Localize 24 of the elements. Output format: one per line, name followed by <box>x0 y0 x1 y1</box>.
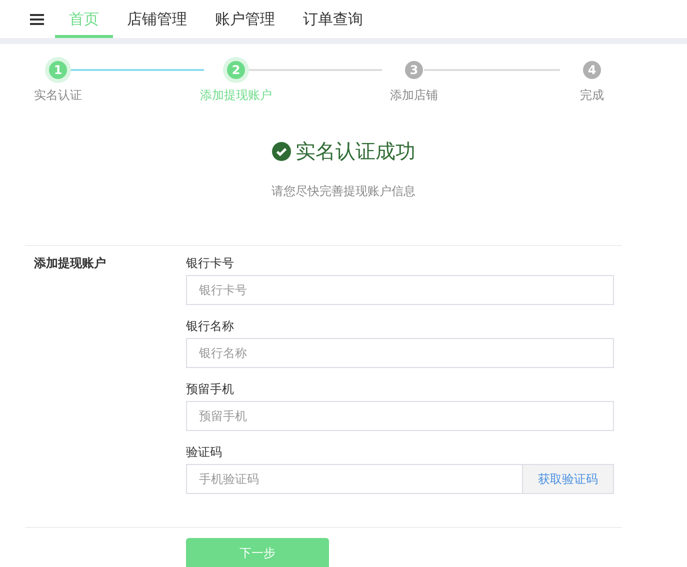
success-title: 实名认证成功 <box>296 138 416 165</box>
field-label: 预留手机 <box>186 381 235 398</box>
step-number: 2 <box>227 61 245 79</box>
step-number: 4 <box>583 61 601 79</box>
step-label: 添加提现账户 <box>200 87 272 104</box>
input-field[interactable]: 银行卡号 <box>186 275 614 305</box>
nav-tab[interactable]: 账户管理 <box>201 0 289 38</box>
field-label: 验证码 <box>186 444 223 461</box>
step-number: 1 <box>49 61 67 79</box>
success-subtitle: 请您尽快完善提现账户信息 <box>270 183 416 200</box>
check-circle-icon <box>272 142 290 161</box>
nav-tab[interactable]: 店铺管理 <box>113 0 201 38</box>
input-field[interactable]: 手机验证码 <box>186 464 523 494</box>
menu-icon[interactable] <box>30 14 44 24</box>
section-label: 添加提现账户 <box>33 255 107 272</box>
field-label: 银行名称 <box>186 318 235 335</box>
step-number: 3 <box>405 61 423 79</box>
nav-tab[interactable]: 订单查询 <box>289 0 377 38</box>
input-field[interactable]: 预留手机 <box>186 401 614 431</box>
step-label: 添加店铺 <box>390 87 438 104</box>
input-field[interactable]: 银行名称 <box>186 338 614 368</box>
field-label: 银行卡号 <box>186 255 235 272</box>
step-label: 实名认证 <box>34 87 82 104</box>
step-label: 完成 <box>580 87 604 104</box>
